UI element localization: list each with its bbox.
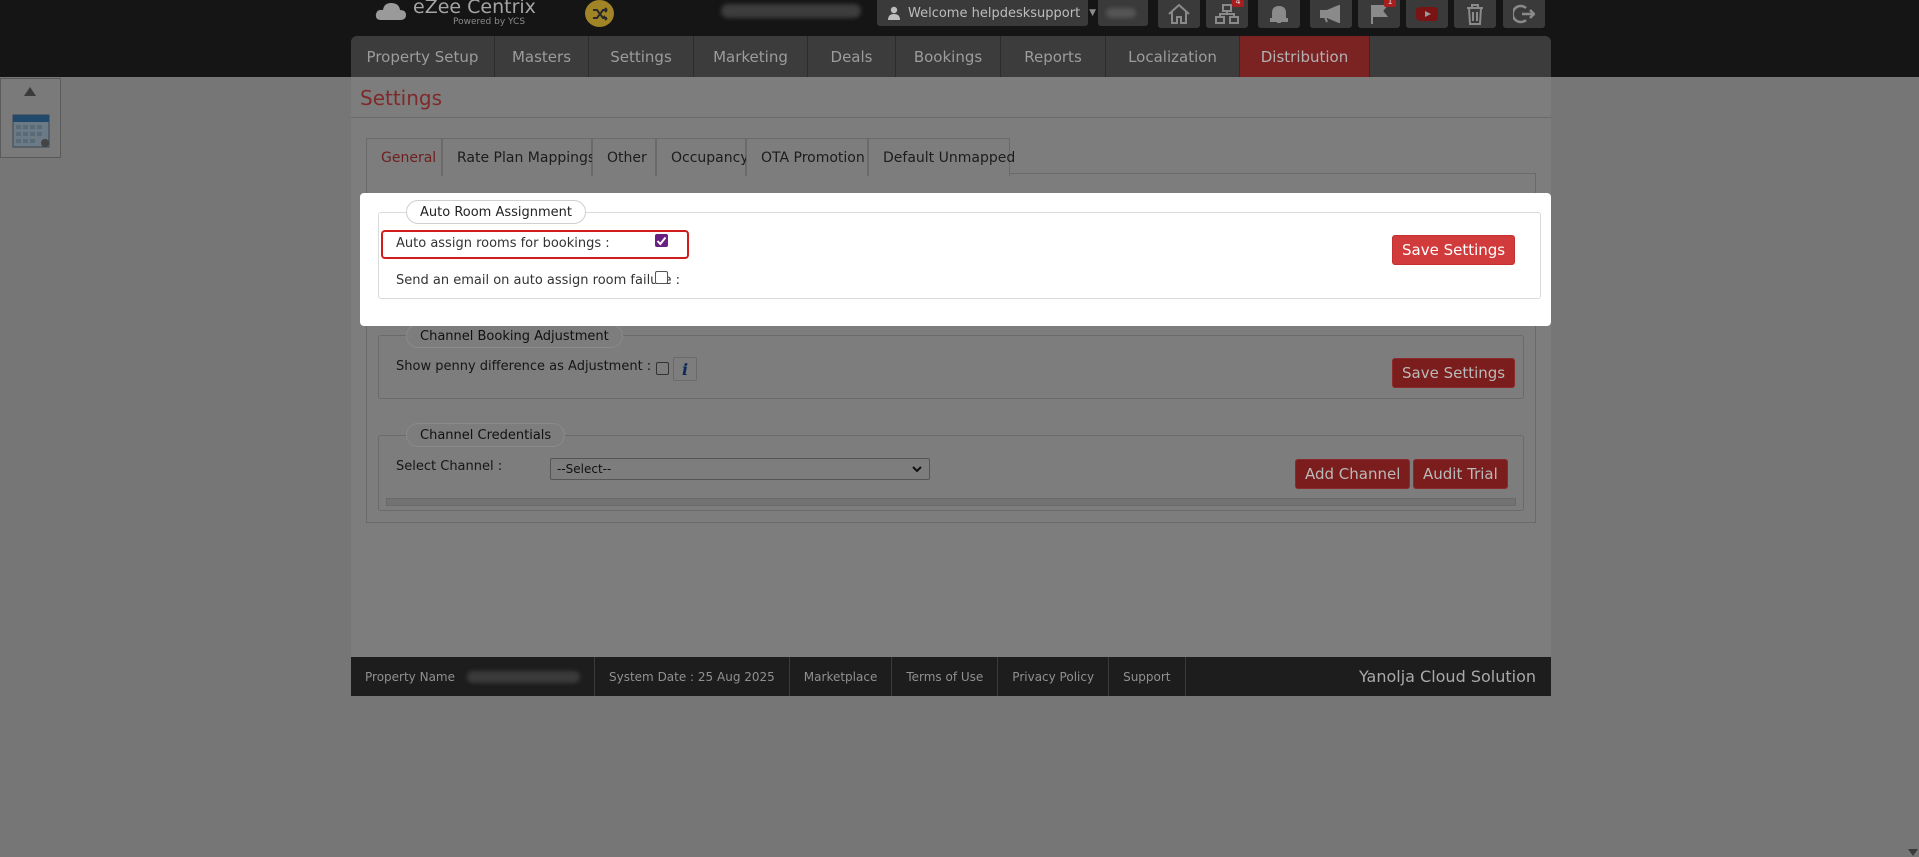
logout-icon xyxy=(1513,4,1535,24)
nav-distribution[interactable]: Distribution xyxy=(1240,36,1370,77)
nav-settings[interactable]: Settings xyxy=(589,36,694,77)
announcements-button[interactable] xyxy=(1310,0,1352,28)
logo-subtitle: Powered by YCS xyxy=(453,17,526,27)
home-button[interactable] xyxy=(1158,0,1200,28)
user-icon xyxy=(888,6,900,20)
shuffle-property-icon[interactable] xyxy=(585,0,614,27)
youtube-button[interactable] xyxy=(1406,0,1448,28)
auto-room-save-button[interactable]: Save Settings xyxy=(1392,235,1516,265)
trash-icon xyxy=(1467,4,1483,25)
nav-reports[interactable]: Reports xyxy=(1001,36,1106,77)
penny-difference-checkbox[interactable] xyxy=(656,362,669,375)
add-channel-button[interactable]: Add Channel xyxy=(1295,459,1411,489)
tab-occupancy[interactable]: Occupancy xyxy=(656,138,749,176)
footer-marketplace-link[interactable]: Marketplace xyxy=(790,657,893,696)
bell-icon xyxy=(1270,5,1288,23)
notification-count-badge: 4 xyxy=(1232,0,1244,7)
nav-property-setup[interactable]: Property Setup xyxy=(351,36,495,77)
language-selector-blurred[interactable] xyxy=(1098,0,1148,26)
collapse-arrow-icon[interactable] xyxy=(24,87,36,96)
page-title: Settings xyxy=(360,86,443,110)
tab-ota-promotion[interactable]: OTA Promotion xyxy=(746,138,868,176)
megaphone-icon xyxy=(1320,5,1340,23)
email-on-failure-label: Send an email on auto assign room failur… xyxy=(396,273,680,288)
nav-bookings[interactable]: Bookings xyxy=(896,36,1001,77)
logout-button[interactable] xyxy=(1503,0,1545,28)
youtube-icon xyxy=(1416,7,1438,21)
notifications-button[interactable] xyxy=(1258,0,1300,28)
home-icon xyxy=(1168,4,1190,24)
user-menu[interactable]: Welcome helpdesksupport ▼ xyxy=(877,0,1096,26)
chevron-down-icon: ▼ xyxy=(1089,8,1097,18)
checkmark-icon xyxy=(656,236,667,246)
scroll-down-arrow-icon[interactable] xyxy=(1908,849,1918,856)
settings-tabs: General Rate Plan Mappings Other Occupan… xyxy=(366,138,1015,176)
property-name-label: Property Name xyxy=(365,669,455,684)
property-name-blurred xyxy=(467,670,580,683)
footer-terms-link[interactable]: Terms of Use xyxy=(892,657,999,696)
footer-privacy-link[interactable]: Privacy Policy xyxy=(998,657,1110,696)
calendar-icon[interactable] xyxy=(12,112,51,148)
auto-assign-rooms-checkbox[interactable] xyxy=(655,234,668,247)
nav-localization[interactable]: Localization xyxy=(1106,36,1240,77)
footer-support-link[interactable]: Support xyxy=(1109,657,1186,696)
nav-marketing[interactable]: Marketing xyxy=(694,36,808,77)
auto-assign-rooms-label: Auto assign rooms for bookings : xyxy=(396,236,610,251)
flag-button[interactable]: 1 xyxy=(1358,0,1400,28)
welcome-label: Welcome helpdesksupport xyxy=(908,5,1081,21)
property-name-blurred xyxy=(721,4,861,18)
chevron-down-icon xyxy=(912,466,922,473)
trash-button[interactable] xyxy=(1454,0,1496,28)
footer-property-name: Property Name xyxy=(351,657,595,696)
flag-icon xyxy=(1371,5,1388,24)
auto-room-assignment-legend: Auto Room Assignment xyxy=(406,200,587,224)
title-divider xyxy=(351,117,1551,118)
calendar-widget xyxy=(0,78,61,158)
footer-brand: Yanolja Cloud Solution xyxy=(1358,667,1536,686)
email-on-failure-checkbox[interactable] xyxy=(655,271,668,284)
footer-system-date: System Date : 25 Aug 2025 xyxy=(595,657,790,696)
auto-room-assignment-highlight: Auto Room Assignment Auto assign rooms f… xyxy=(360,193,1551,326)
audit-trial-button[interactable]: Audit Trial xyxy=(1413,459,1508,489)
penny-difference-label: Show penny difference as Adjustment : xyxy=(396,359,652,374)
nav-masters[interactable]: Masters xyxy=(495,36,589,77)
select-channel-label: Select Channel : xyxy=(396,459,503,474)
tab-other[interactable]: Other xyxy=(592,138,656,176)
nav-deals[interactable]: Deals xyxy=(808,36,896,77)
footer: Property Name System Date : 25 Aug 2025 … xyxy=(351,657,1551,696)
channel-booking-adjustment-legend: Channel Booking Adjustment xyxy=(406,324,623,348)
channel-select[interactable]: --Select-- xyxy=(550,458,930,480)
hierarchy-button[interactable]: 4 xyxy=(1206,0,1248,28)
channel-credentials-legend: Channel Credentials xyxy=(406,423,566,447)
logo-name: eZee Centrix xyxy=(413,0,536,18)
channel-booking-save-button[interactable]: Save Settings xyxy=(1392,358,1516,388)
tab-rate-plan-mappings[interactable]: Rate Plan Mappings xyxy=(442,138,595,176)
cloud-logo-icon xyxy=(375,3,406,20)
info-icon[interactable]: i xyxy=(673,357,697,381)
tab-default-unmapped[interactable]: Default Unmapped xyxy=(868,138,1015,176)
flag-count-badge: 1 xyxy=(1384,0,1396,7)
tab-general[interactable]: General xyxy=(366,138,442,176)
horizontal-scrollbar[interactable] xyxy=(386,498,1516,506)
hierarchy-icon xyxy=(1215,4,1239,24)
content-area: Settings General Rate Plan Mappings Othe… xyxy=(351,77,1551,657)
main-navigation: Property Setup Masters Settings Marketin… xyxy=(351,36,1551,77)
channel-select-value: --Select-- xyxy=(557,462,612,476)
